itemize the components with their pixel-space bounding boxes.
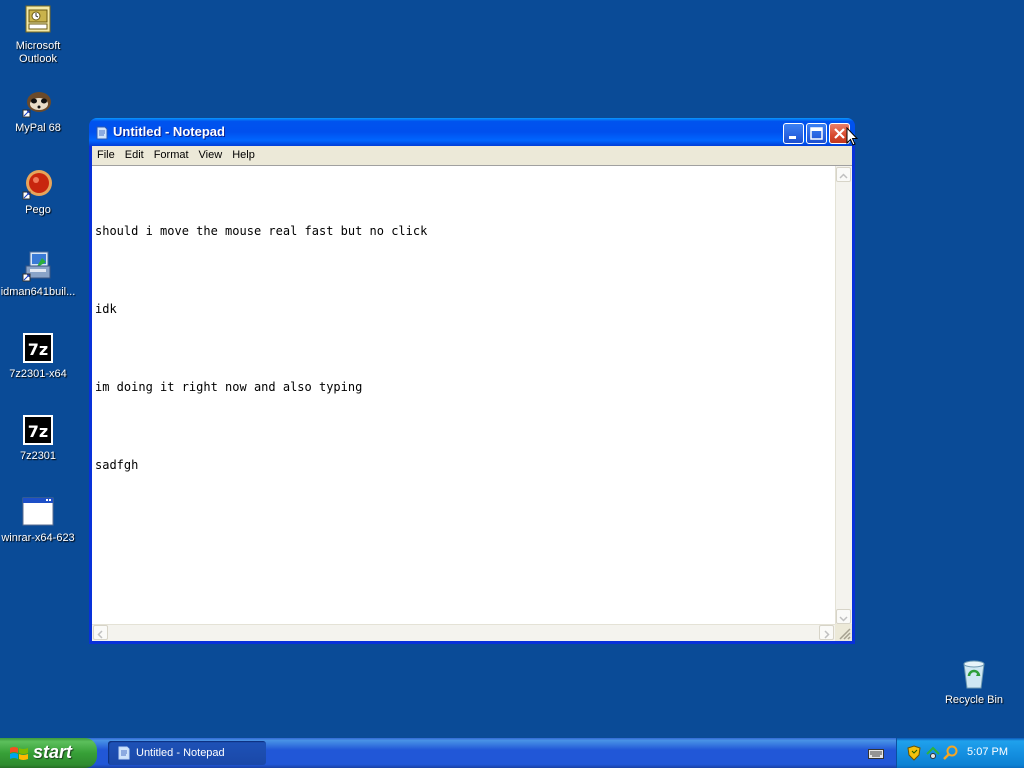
notepad-icon bbox=[95, 125, 109, 140]
menu-format[interactable]: Format bbox=[149, 146, 194, 161]
network-icon[interactable] bbox=[925, 744, 941, 760]
desktop-icon-label: Pego bbox=[25, 204, 51, 216]
desktop-icon-winrar[interactable]: winrar-x64-623 bbox=[0, 496, 76, 545]
taskbar-item-notepad[interactable]: Untitled - Notepad bbox=[108, 741, 266, 765]
scroll-up-button[interactable] bbox=[836, 167, 851, 182]
svg-text:7z: 7z bbox=[28, 340, 48, 359]
windows-logo-icon bbox=[10, 747, 28, 760]
desktop-icon-label: idman641buil... bbox=[0, 286, 76, 298]
chevron-up-icon bbox=[839, 173, 848, 179]
menu-view[interactable]: View bbox=[194, 146, 228, 161]
chevron-right-icon bbox=[824, 630, 830, 639]
title-bar[interactable]: Untitled - Notepad bbox=[89, 118, 855, 146]
text-line: im doing it right now and also typing bbox=[95, 380, 363, 394]
desktop-icon-recycle-bin[interactable]: Recycle Bin bbox=[936, 658, 1012, 707]
7zip-icon: 7z bbox=[22, 414, 54, 446]
chevron-left-icon bbox=[97, 630, 103, 639]
resize-grip-icon bbox=[839, 628, 851, 640]
search-icon[interactable] bbox=[943, 745, 959, 761]
recycle-bin-icon bbox=[958, 658, 990, 690]
scroll-left-button[interactable] bbox=[93, 625, 108, 640]
clock[interactable]: 5:07 PM bbox=[967, 746, 1008, 758]
text-line: idk bbox=[95, 302, 117, 316]
installer-icon bbox=[22, 250, 54, 282]
maximize-icon bbox=[810, 127, 823, 140]
minimize-button[interactable] bbox=[783, 123, 804, 144]
desktop-icon-label: Outlook bbox=[19, 53, 57, 65]
desktop-icon-label: 7z2301 bbox=[19, 450, 57, 462]
menu-help[interactable]: Help bbox=[227, 146, 260, 161]
window-title: Untitled - Notepad bbox=[113, 124, 225, 139]
desktop-icon-label: winrar-x64-623 bbox=[1, 532, 75, 544]
mypal-icon bbox=[22, 86, 54, 118]
desktop-icon-label: MyPal 68 bbox=[15, 122, 61, 134]
menu-edit[interactable]: Edit bbox=[120, 146, 149, 161]
mouse-cursor-icon bbox=[846, 127, 858, 146]
desktop-icon-label: Recycle Bin bbox=[944, 694, 1004, 706]
minimize-icon bbox=[789, 136, 796, 139]
menu-bar: File Edit Format View Help bbox=[92, 146, 852, 165]
maximize-button[interactable] bbox=[806, 123, 827, 144]
window-app-icon bbox=[22, 496, 54, 528]
security-shield-icon[interactable] bbox=[907, 745, 921, 761]
text-content[interactable]: should i move the mouse real fast but no… bbox=[95, 166, 833, 626]
start-label: start bbox=[33, 742, 73, 762]
taskbar-item-label: Untitled - Notepad bbox=[136, 747, 225, 759]
keyboard-icon[interactable] bbox=[868, 748, 884, 760]
desktop-icon-microsoft-outlook[interactable]: Microsoft Outlook bbox=[0, 4, 76, 66]
horizontal-scrollbar[interactable] bbox=[92, 624, 835, 641]
desktop-icon-7z2301[interactable]: 7z 7z2301 bbox=[0, 414, 76, 463]
scroll-right-button[interactable] bbox=[819, 625, 834, 640]
outlook-icon bbox=[22, 4, 54, 36]
pego-icon bbox=[22, 168, 54, 200]
svg-text:7z: 7z bbox=[28, 422, 48, 441]
7zip-icon: 7z bbox=[22, 332, 54, 364]
text-line: should i move the mouse real fast but no… bbox=[95, 224, 428, 238]
text-editor[interactable]: should i move the mouse real fast but no… bbox=[92, 165, 852, 641]
scroll-down-button[interactable] bbox=[836, 609, 851, 624]
taskbar: start Untitled - Notepad 5:07 PM bbox=[0, 738, 1024, 768]
size-grip[interactable] bbox=[835, 624, 852, 641]
system-tray: 5:07 PM bbox=[896, 738, 1024, 768]
desktop-icon-label: Microsoft bbox=[15, 40, 61, 52]
vertical-scrollbar[interactable] bbox=[835, 166, 852, 625]
text-line: sadfgh bbox=[95, 458, 139, 472]
notepad-icon bbox=[118, 746, 130, 760]
menu-file[interactable]: File bbox=[92, 146, 120, 161]
desktop-icon-pego[interactable]: Pego bbox=[0, 168, 76, 217]
start-button[interactable]: start bbox=[0, 738, 97, 768]
desktop-icon-label: 7z2301-x64 bbox=[9, 368, 67, 380]
notepad-window[interactable]: Untitled - Notepad File Edit Format View Hel… bbox=[89, 118, 855, 644]
desktop-icon-mypal[interactable]: MyPal 68 bbox=[0, 86, 76, 135]
desktop-icon-idman[interactable]: idman641buil... bbox=[0, 250, 76, 299]
desktop-icon-7z2301-x64[interactable]: 7z 7z2301-x64 bbox=[0, 332, 76, 381]
